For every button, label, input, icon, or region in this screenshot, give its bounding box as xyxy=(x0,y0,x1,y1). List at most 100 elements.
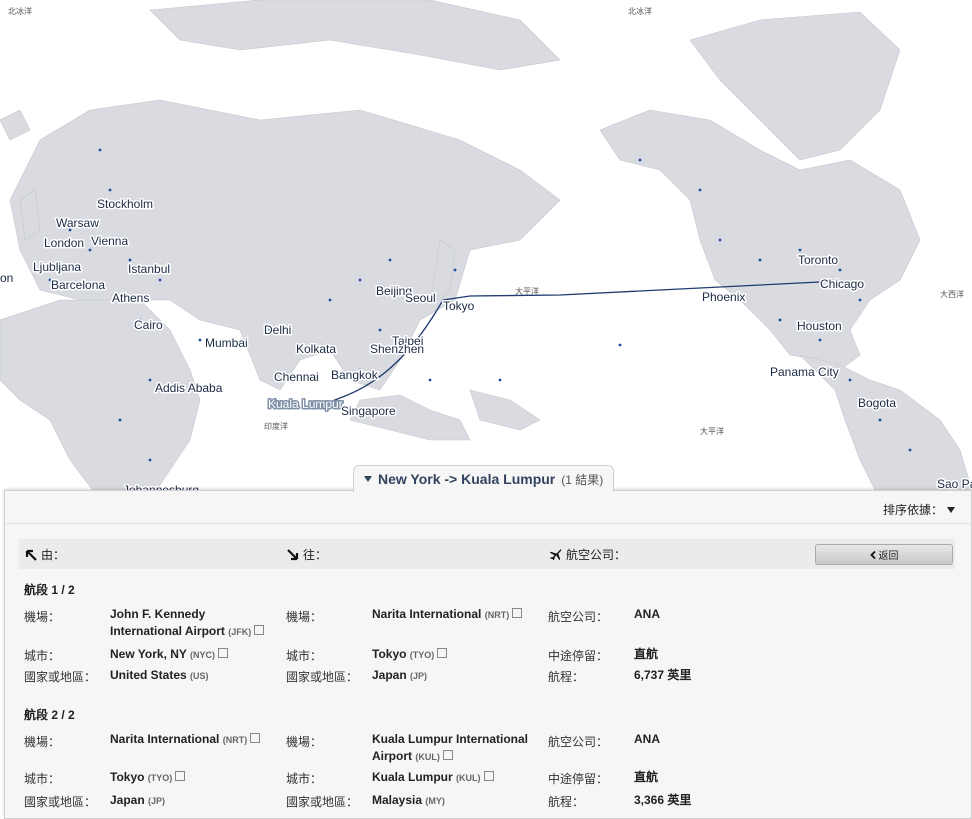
route-title: New York -> Kuala Lumpur xyxy=(378,471,556,487)
ocean-label: 北冰洋 xyxy=(8,6,32,16)
from-column-header: 由： xyxy=(25,546,65,563)
arrow-down-right-icon xyxy=(287,548,299,560)
stops-label: 中途停留： xyxy=(548,772,609,786)
ocean-label: 北冰洋 xyxy=(628,6,652,16)
city-label: Vienna xyxy=(91,234,128,248)
city-label: Phoenix xyxy=(702,290,745,304)
from-airport[interactable]: John F. Kennedy International Airport (J… xyxy=(110,606,270,641)
city-label: Tokyo xyxy=(443,299,475,313)
to-city[interactable]: Tokyo (TYO) xyxy=(372,646,532,664)
ocean-label: 大西洋 xyxy=(940,289,964,299)
city-label: Shenzhen xyxy=(370,342,424,356)
from-label: 由： xyxy=(41,548,66,562)
route-map[interactable]: 北冰洋 北冰洋 大平洋 大平洋 印度洋 大西洋 Stockholm Warsaw… xyxy=(0,0,972,500)
map-canvas: 北冰洋 北冰洋 大平洋 大平洋 印度洋 大西洋 Stockholm Warsaw… xyxy=(0,0,972,500)
from-airport[interactable]: Narita International (NRT) xyxy=(110,731,270,749)
segment-title: 航段 2 / 2 xyxy=(24,708,75,722)
external-link-icon[interactable] xyxy=(218,648,229,658)
dropdown-arrow-icon xyxy=(947,506,955,513)
city-label: Athens xyxy=(112,291,149,305)
distance-value: 3,366 英里 xyxy=(634,793,692,807)
airline-field-label: 航空公司： xyxy=(548,735,609,749)
external-link-icon[interactable] xyxy=(483,771,494,781)
to-airport-label: 機場： xyxy=(286,735,323,749)
city-label: Panama City xyxy=(770,365,839,379)
from-country-label: 國家或地區： xyxy=(24,795,97,809)
city-label: Kolkata xyxy=(296,342,336,356)
back-button[interactable]: 返回 xyxy=(815,544,953,565)
city-label: Ljubljana xyxy=(33,260,81,274)
to-column-header: 往： xyxy=(287,546,327,563)
to-country-label: 國家或地區： xyxy=(286,795,359,809)
stops-value: 直航 xyxy=(634,770,659,784)
to-city[interactable]: Kuala Lumpur (KUL) xyxy=(372,769,532,787)
external-link-icon[interactable] xyxy=(437,648,448,658)
city-label: Chennai xyxy=(274,370,319,384)
airline-label: 航空公司： xyxy=(566,548,627,562)
airplane-icon xyxy=(549,548,562,561)
city-label: Bogota xyxy=(858,396,896,410)
city-label: Addis Ababa xyxy=(155,381,223,395)
ocean-label: 大平洋 xyxy=(515,286,539,296)
city-label: Barcelona xyxy=(51,278,105,292)
to-country-label: 國家或地區： xyxy=(286,670,359,684)
airline-value: ANA xyxy=(634,732,660,746)
to-city-label: 城市： xyxy=(286,772,323,786)
to-label: 往： xyxy=(303,548,328,562)
external-link-icon[interactable] xyxy=(175,771,186,781)
ocean-label: 大平洋 xyxy=(700,426,724,436)
results-panel: 排序依據： 由： 往： 航空公司： 返回 航段 1 / 2 機場： John F… xyxy=(4,490,972,819)
distance-value: 6,737 英里 xyxy=(634,668,692,682)
city-label-selected: Kuala Lumpur xyxy=(268,397,343,411)
external-link-icon[interactable] xyxy=(442,750,453,760)
city-label: Bangkok xyxy=(331,368,379,382)
sort-bar: 排序依據： xyxy=(5,497,971,524)
back-label: 返回 xyxy=(878,551,899,562)
city-label: Delhi xyxy=(264,323,291,337)
stops-value: 直航 xyxy=(634,647,659,661)
city-label: Stockholm xyxy=(97,197,153,211)
stops-label: 中途停留： xyxy=(548,649,609,663)
from-country: Japan (JP) xyxy=(110,793,166,807)
from-airport-label: 機場： xyxy=(24,610,61,624)
external-link-icon[interactable] xyxy=(254,625,265,635)
to-airport[interactable]: Kuala Lumpur International Airport (KUL) xyxy=(372,731,532,766)
city-label: Mumbai xyxy=(205,336,248,350)
sort-dropdown[interactable]: 排序依據： xyxy=(883,501,955,518)
airline-column-header: 航空公司： xyxy=(549,546,626,563)
distance-label: 航程： xyxy=(548,795,585,809)
to-country: Japan (JP) xyxy=(372,668,428,682)
external-link-icon[interactable] xyxy=(250,733,261,743)
from-city[interactable]: New York, NY (NYC) xyxy=(110,646,270,664)
from-city[interactable]: Tokyo (TYO) xyxy=(110,769,270,787)
from-country-label: 國家或地區： xyxy=(24,670,97,684)
external-link-icon[interactable] xyxy=(512,608,523,618)
city-label: Chicago xyxy=(820,277,864,291)
results-panel-tab[interactable]: New York -> Kuala Lumpur (1 結果) xyxy=(353,465,615,492)
to-airport-label: 機場： xyxy=(286,610,323,624)
city-label: Singapore xyxy=(341,404,396,418)
city-label: on xyxy=(0,271,13,285)
city-label: Sao Pa xyxy=(937,477,972,491)
city-label: Seoul xyxy=(405,291,436,305)
to-country: Malaysia (MY) xyxy=(372,793,445,807)
city-label: Istanbul xyxy=(128,262,170,276)
result-count: (1 結果) xyxy=(561,472,604,487)
sort-label: 排序依據： xyxy=(882,503,943,517)
airline-value: ANA xyxy=(634,607,660,621)
arrow-up-left-icon xyxy=(25,549,37,561)
from-city-label: 城市： xyxy=(24,772,61,786)
landmass xyxy=(0,0,972,500)
distance-label: 航程： xyxy=(548,670,585,684)
airline-field-label: 航空公司： xyxy=(548,610,609,624)
segment-title: 航段 1 / 2 xyxy=(24,583,75,597)
city-label: Cairo xyxy=(134,318,163,332)
from-city-label: 城市： xyxy=(24,649,61,663)
to-airport[interactable]: Narita International (NRT) xyxy=(372,606,532,624)
to-city-label: 城市： xyxy=(286,649,323,663)
city-label: Houston xyxy=(797,319,842,333)
chevron-left-icon xyxy=(869,550,876,559)
city-label: London xyxy=(44,236,84,250)
ocean-label: 印度洋 xyxy=(264,421,288,431)
collapse-triangle-icon xyxy=(364,476,372,482)
